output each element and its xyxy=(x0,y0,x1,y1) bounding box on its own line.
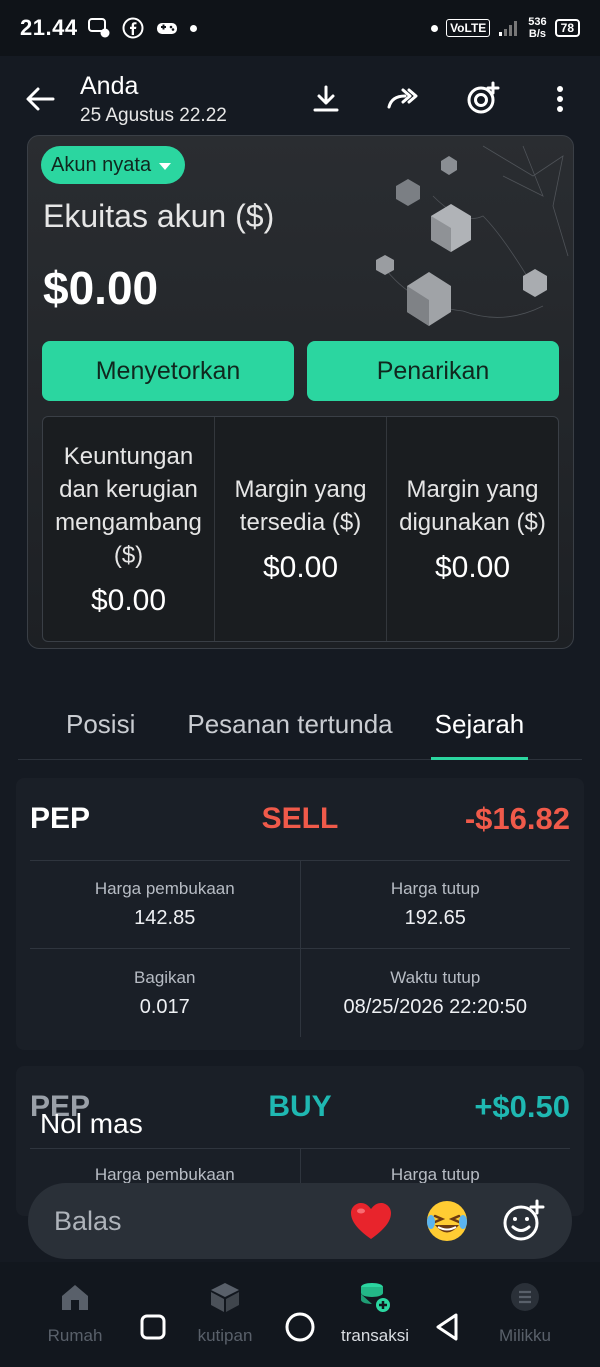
account-equity-card: Akun nyata Ekuitas akun ($) $0.00 Menyet… xyxy=(27,135,574,649)
tab-positions[interactable]: Posisi xyxy=(66,690,135,760)
stat-value: $0.00 xyxy=(262,551,339,584)
shares: Bagikan 0.017 xyxy=(30,949,301,1037)
floating-pnl-stat: Keuntungan dan kerugian mengambang ($) $… xyxy=(43,417,215,641)
stat-label: Keuntungan dan kerugian mengambang ($) xyxy=(55,443,202,569)
coins-icon xyxy=(358,1280,392,1314)
stat-value: $0.00 xyxy=(90,584,167,617)
equity-value: $0.00 xyxy=(43,262,159,314)
home-icon xyxy=(58,1280,92,1314)
tab-pending-orders[interactable]: Pesanan tertunda xyxy=(187,690,392,760)
equity-label: Ekuitas akun ($) xyxy=(43,198,275,234)
contact-name: Anda xyxy=(80,71,139,100)
account-type-label: Akun nyata xyxy=(51,153,152,176)
order-tabs: Posisi Pesanan tertunda Sejarah xyxy=(18,690,582,760)
close-price-label: Harga tutup xyxy=(390,879,480,898)
history-item[interactable]: SELL PEP -$16.82 Harga pembukaan 142.85 … xyxy=(16,778,584,1050)
open-price-label: Harga pembukaan xyxy=(94,879,235,898)
signal-icon xyxy=(498,17,520,39)
nav-quotes-label: kutipan xyxy=(197,1326,253,1345)
status-bar: 21.44 VoLTE 536 B/s 78 xyxy=(0,0,600,56)
home-system-button[interactable] xyxy=(283,1310,317,1344)
app-header: Anda 25 Agustus 22.22 xyxy=(0,56,600,142)
open-price-value: 142.85 xyxy=(134,907,196,929)
close-price: Harga tutup 192.65 xyxy=(301,861,571,948)
decorative-cubes-graphic xyxy=(376,145,569,326)
heart-reaction-icon[interactable] xyxy=(348,1198,394,1244)
battery-indicator: 78 xyxy=(554,19,580,37)
close-time-label: Waktu tutup xyxy=(390,967,481,987)
forward-all-icon[interactable] xyxy=(386,81,422,117)
cube-icon xyxy=(208,1280,242,1314)
open-price-label: Harga pembukaan xyxy=(94,1165,235,1184)
stat-value: $0.00 xyxy=(434,551,511,584)
nav-transactions[interactable]: transaksi xyxy=(320,1280,430,1346)
close-time-value: 08/25/2026 22:20:50 xyxy=(343,995,527,1018)
message-timestamp: 25 Agustus 22.22 xyxy=(80,104,227,126)
nav-transactions-label: transaksi xyxy=(340,1326,410,1345)
deposit-button[interactable]: Menyetorkan xyxy=(42,341,294,401)
chat-header-info[interactable]: Anda 25 Agustus 22.22 xyxy=(80,72,227,127)
available-margin-stat: Margin yang tersedia ($) $0.00 xyxy=(215,417,387,641)
reply-bar[interactable]: Balas xyxy=(28,1183,572,1259)
used-margin-stat: Margin yang digunakan ($) $0.00 xyxy=(387,417,558,641)
caption-text: Nol mas xyxy=(40,1108,143,1139)
nav-quotes[interactable]: kutipan xyxy=(170,1280,280,1346)
account-type-dropdown[interactable]: Akun nyata xyxy=(41,146,186,184)
gamepad-icon xyxy=(156,17,178,39)
tab-history[interactable]: Sejarah xyxy=(430,690,528,760)
status-time: 21.44 xyxy=(20,15,78,40)
notification-dot xyxy=(431,24,439,32)
nav-home[interactable]: Rumah xyxy=(20,1280,130,1346)
close-price-value: 192.65 xyxy=(404,907,466,929)
nav-home-label: Rumah xyxy=(47,1326,103,1345)
nav-mine[interactable]: Milikku xyxy=(470,1280,580,1346)
reply-input[interactable]: Balas xyxy=(54,1206,122,1237)
caret-down-icon xyxy=(159,162,172,170)
back-system-button[interactable] xyxy=(430,1310,464,1344)
shares-label: Bagikan xyxy=(134,967,196,987)
bottom-navigation: Rumah kutipan transaksi Milikku xyxy=(0,1262,600,1367)
add-reaction-icon[interactable] xyxy=(464,81,500,117)
menu-circle-icon xyxy=(508,1280,542,1314)
back-arrow-icon[interactable] xyxy=(22,81,58,117)
facebook-icon xyxy=(122,17,144,39)
download-icon[interactable] xyxy=(308,81,344,117)
more-options-icon[interactable] xyxy=(542,81,578,117)
notification-dot xyxy=(189,24,197,32)
close-time: Waktu tutup 08/25/2026 22:20:50 xyxy=(301,949,571,1037)
nav-mine-label: Milikku xyxy=(499,1326,551,1345)
close-price-label: Harga tutup xyxy=(390,1165,480,1184)
trade-side: SELL xyxy=(261,802,339,835)
stat-label: Margin yang tersedia ($) xyxy=(234,476,367,536)
open-price: Harga pembukaan 142.85 xyxy=(30,861,301,948)
withdraw-button[interactable]: Penarikan xyxy=(307,341,559,401)
volte-badge: VoLTE xyxy=(446,19,491,37)
speed-value: 536 xyxy=(528,16,547,28)
add-emoji-icon[interactable] xyxy=(500,1198,546,1244)
laughing-reaction-icon[interactable] xyxy=(424,1198,470,1244)
network-speed: 536 B/s xyxy=(528,16,546,40)
margin-stats: Keuntungan dan kerugian mengambang ($) $… xyxy=(42,416,559,642)
stat-label: Margin yang digunakan ($) xyxy=(399,476,546,536)
recent-apps-button[interactable] xyxy=(136,1310,170,1344)
chat-notification-icon xyxy=(87,17,110,39)
shares-value: 0.017 xyxy=(139,995,190,1018)
speed-unit: B/s xyxy=(528,28,547,40)
